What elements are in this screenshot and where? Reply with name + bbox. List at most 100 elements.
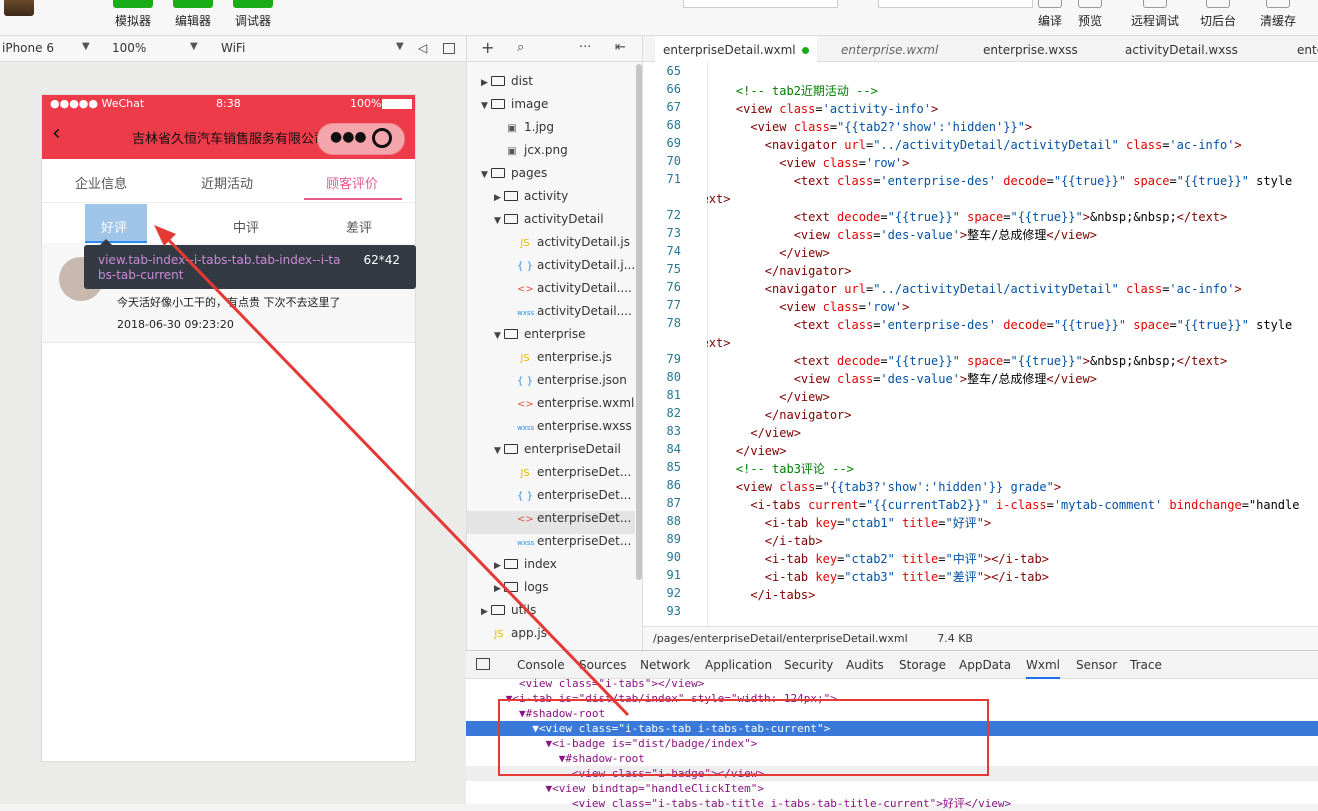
code-line[interactable]: <text decode="{{true}}" space="{{true}}"… — [707, 352, 1228, 370]
code-line[interactable]: <view class='des-value'>整车/总成修理</view> — [707, 226, 1097, 244]
collapse-icon[interactable]: ⇤ — [615, 40, 626, 55]
folder-item[interactable]: ▼ image — [481, 97, 641, 120]
code-area[interactable]: <!-- tab2近期活动 --> <view class='activity-… — [707, 62, 1318, 626]
code-line[interactable]: '>1.</text> — [707, 190, 731, 208]
file-label: enterpriseDet... — [537, 534, 632, 548]
zoom-select[interactable]: 100% — [112, 41, 146, 55]
file-label: activityDetail — [524, 212, 604, 226]
file-tree-scrollbar[interactable] — [636, 64, 642, 580]
file-item[interactable]: ▣ 1.jpg — [494, 120, 654, 143]
code-editor: enterpriseDetail.wxml enterprise.wxml en… — [643, 36, 1318, 650]
line-number: 93 — [666, 604, 681, 618]
tab-enterprise-wxss[interactable]: enterprise.wxss — [975, 36, 1086, 62]
code-line[interactable]: </view> — [707, 442, 787, 460]
more-icon[interactable]: ●●● — [330, 129, 367, 145]
folder-item[interactable]: ▼ pages — [481, 166, 641, 189]
devtools-tab-appdata[interactable]: AppData — [959, 658, 1011, 672]
tab-enterprise-wxml[interactable]: enterprise.wxml — [833, 36, 946, 62]
devtools-tab-application[interactable]: Application — [705, 658, 772, 672]
code-line[interactable]: <navigator url="../activityDetail/activi… — [707, 280, 1242, 298]
volume-icon[interactable]: ◁ — [418, 41, 427, 55]
code-line[interactable]: <view class='activity-info'> — [707, 100, 938, 118]
compile-button[interactable]: 编译 — [1036, 0, 1064, 29]
mode-select[interactable] — [683, 0, 838, 8]
code-line[interactable]: </i-tab> — [707, 532, 823, 550]
tab-reviews[interactable]: 顾客评价 — [326, 173, 378, 192]
code-line[interactable]: <view class='row'> — [707, 154, 909, 172]
subtab-bad[interactable]: 差评 — [346, 217, 372, 236]
code-line[interactable]: <view class="{{tab3?'show':'hidden'}} gr… — [707, 478, 1061, 496]
compile-mode-select[interactable] — [878, 0, 1033, 8]
code-line[interactable]: <!-- tab3评论 --> — [707, 460, 854, 478]
remote-debug-button[interactable]: 远程调试 — [1130, 0, 1180, 29]
code-line[interactable]: <view class="{{tab2?'show':'hidden'}}"> — [707, 118, 1032, 136]
user-avatar[interactable] — [4, 0, 34, 16]
code-line[interactable]: <text class='enterprise-des' decode="{{t… — [707, 172, 1293, 190]
close-circle-icon[interactable] — [372, 128, 392, 148]
code-line[interactable]: </view> — [707, 388, 830, 406]
code-line[interactable]: <i-tabs current="{{currentTab2}}" i-clas… — [707, 496, 1299, 514]
file-item[interactable]: <> enterpriseDet... — [467, 511, 635, 534]
wxml-node[interactable]: <view class="i-tabs"></view> — [466, 676, 1318, 691]
code-line[interactable]: <text class='enterprise-des' decode="{{t… — [707, 316, 1293, 334]
wxml-file-icon: <> — [517, 514, 534, 525]
code-line[interactable]: <i-tab key="ctab3" title="差评"></i-tab> — [707, 568, 1049, 586]
code-line[interactable]: <text decode="{{true}}" space="{{true}}"… — [707, 208, 1228, 226]
code-line[interactable]: <!-- tab2近期活动 --> — [707, 82, 878, 100]
code-line[interactable]: </navigator> — [707, 406, 852, 424]
clear-cache-button[interactable]: 清缓存 — [1259, 0, 1297, 29]
wxml-node[interactable]: ▼<view bindtap="handleClickItem"> — [466, 781, 1318, 796]
file-item[interactable]: JS app.js — [481, 626, 641, 649]
folder-item[interactable]: ▼ enterpriseDetail — [494, 442, 654, 465]
subtab-good[interactable]: 好评 — [101, 217, 127, 236]
device-select[interactable]: iPhone 6 — [2, 41, 54, 55]
tab-enterprise-detail-wxml[interactable]: enterpriseDetail.wxml — [655, 36, 817, 62]
tab-enterprise-info[interactable]: 企业信息 — [75, 173, 127, 192]
more-icon[interactable]: ··· — [579, 40, 591, 55]
folder-item[interactable]: ▶ index — [494, 557, 654, 580]
devtools-tab-audits[interactable]: Audits — [846, 658, 884, 672]
subtab-medium[interactable]: 中评 — [233, 217, 259, 236]
inspect-element-icon[interactable] — [476, 658, 490, 670]
code-line[interactable]: <view class='row'> — [707, 298, 909, 316]
devtools-tab-network[interactable]: Network — [640, 658, 690, 672]
carrier-label: ●●●●● WeChat — [50, 97, 145, 110]
folder-item[interactable]: ▶ activity — [494, 189, 654, 212]
background-button[interactable]: 切后台 — [1199, 0, 1237, 29]
devtools-tab-trace[interactable]: Trace — [1130, 658, 1162, 672]
devtools-tab-sensor[interactable]: Sensor — [1076, 658, 1117, 672]
devtools-tab-security[interactable]: Security — [784, 658, 833, 672]
folder-item[interactable]: ▶ dist — [481, 74, 641, 97]
devtools-tab-storage[interactable]: Storage — [899, 658, 946, 672]
debugger-button[interactable]: 调试器 — [233, 0, 273, 29]
code-line[interactable]: <view class='des-value'>整车/总成修理</view> — [707, 370, 1097, 388]
tab-activity-detail-wxss[interactable]: activityDetail.wxss — [1117, 36, 1246, 62]
code-line[interactable]: </i-tabs> — [707, 586, 815, 604]
folder-item[interactable]: ▼ enterprise — [494, 327, 654, 350]
folder-item[interactable]: ▼ activityDetail — [494, 212, 654, 235]
network-select[interactable]: WiFi — [221, 41, 245, 55]
tab-recent-activity[interactable]: 近期活动 — [201, 173, 253, 192]
popout-icon[interactable] — [443, 43, 455, 54]
editor-button[interactable]: 编辑器 — [173, 0, 213, 29]
code-line[interactable]: <navigator url="../activityDetail/activi… — [707, 136, 1242, 154]
code-line[interactable]: <i-tab key="ctab2" title="中评"></i-tab> — [707, 550, 1049, 568]
code-line[interactable]: '>2.</text> — [707, 334, 731, 352]
folder-item[interactable]: ▶ logs — [494, 580, 654, 603]
devtools-tab-sources[interactable]: Sources — [579, 658, 626, 672]
file-path: /pages/enterpriseDetail/enterpriseDetail… — [653, 632, 908, 645]
devtools-tab-console[interactable]: Console — [517, 658, 565, 672]
folder-item[interactable]: ▶ utils — [481, 603, 641, 626]
code-line[interactable]: </view> — [707, 424, 801, 442]
code-line[interactable]: </view> — [707, 244, 830, 262]
preview-button[interactable]: 预览 — [1076, 0, 1104, 29]
tab-more-file[interactable]: enterp — [1289, 36, 1318, 62]
chevron-down-icon: ▼ — [396, 41, 404, 52]
simulator-button[interactable]: 模拟器 — [113, 0, 153, 29]
code-line[interactable]: <i-tab key="ctab1" title="好评"> — [707, 514, 991, 532]
add-icon[interactable]: + — [481, 38, 494, 57]
code-line[interactable]: </navigator> — [707, 262, 852, 280]
back-icon[interactable]: ‹ — [52, 121, 61, 146]
file-item[interactable]: ▣ jcx.png — [494, 143, 654, 166]
search-icon[interactable]: ⌕ — [517, 40, 524, 55]
